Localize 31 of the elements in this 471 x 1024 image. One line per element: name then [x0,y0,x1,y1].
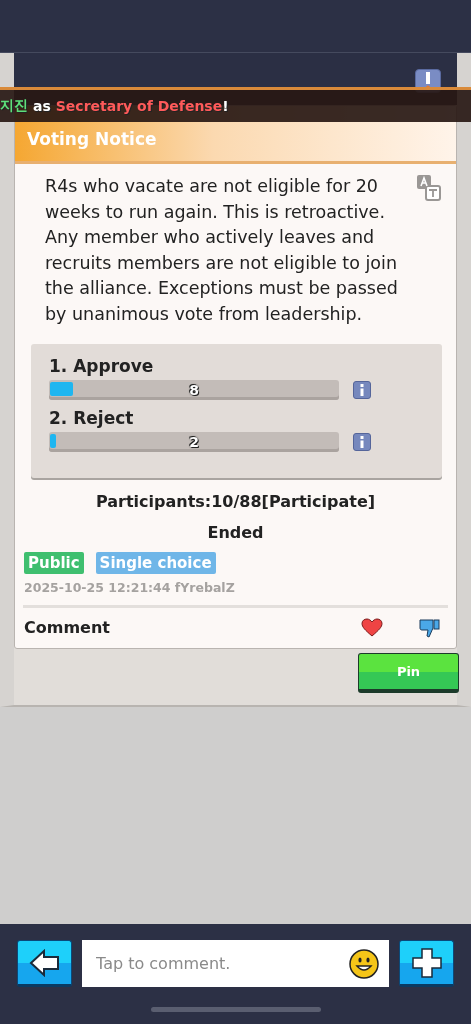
comment-field[interactable]: Tap to comment. [82,940,389,987]
announcement-text: ! [222,98,229,114]
heart-icon[interactable] [361,618,383,638]
vote-count: 2 [189,433,199,450]
status-text: Ended [206,522,265,542]
announcement-text: Secretary of Defense [55,98,223,114]
translate-icon[interactable] [416,174,442,202]
info-icon [359,383,365,396]
option-label: 2. Reject [49,407,135,428]
info-button[interactable] [353,380,371,399]
tag: Single choice [95,551,216,574]
info-button[interactable] [353,432,371,451]
participants-text: Participants:10/88[Participate] [94,491,377,511]
back-arrow-icon [28,948,61,977]
add-button[interactable] [399,940,454,987]
announcement-text: as [33,98,51,114]
notice-text: R4s who vacate are not eligible for 20 weeks to run again. This is retroactive. Any member who actively leaves and recruits members are not eligible to join the alliance. Exceptions must be passed by unanimous vote from leadership. [45,175,399,326]
comment-label: Comment [24,618,111,638]
plus-icon [411,947,442,978]
timestamp-author: 2025-10-25 12:21:44 fYrebalZ [23,578,236,595]
back-button[interactable] [17,940,72,987]
thumbs-down-icon[interactable] [419,617,440,638]
smiley-icon[interactable] [349,948,379,979]
option-label: 1. Approve [49,355,155,376]
tag: Public [24,551,84,574]
pin-button[interactable]: Pin [358,652,459,693]
vote-count: 8 [189,381,199,398]
card-title: Voting Notice [27,129,157,149]
announcement-text: 지진 [0,97,28,115]
info-icon [359,435,365,448]
comment-input[interactable]: Tap to comment. [94,953,349,974]
